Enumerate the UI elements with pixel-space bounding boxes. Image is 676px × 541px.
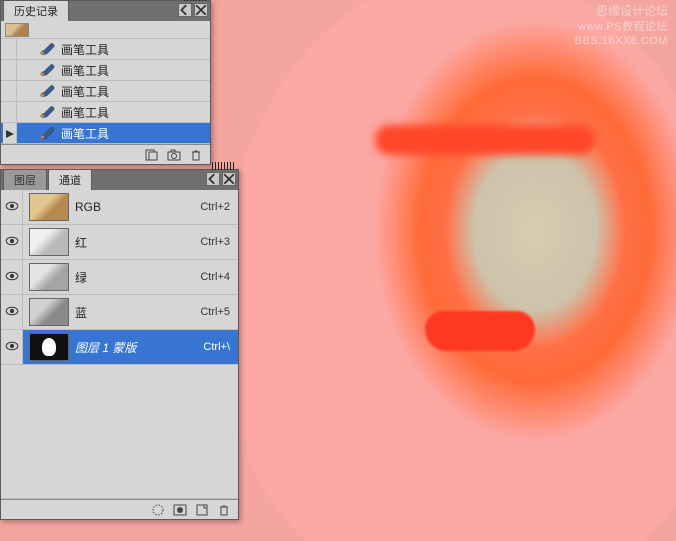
- history-item-label: 画笔工具: [57, 62, 109, 79]
- save-selection-button[interactable]: [170, 502, 190, 518]
- history-panel-tabs: 历史记录: [1, 1, 210, 21]
- eye-icon: [5, 270, 19, 284]
- create-document-from-state-button[interactable]: [142, 147, 162, 163]
- history-state-marker-col[interactable]: [3, 81, 17, 101]
- history-item-label: 画笔工具: [57, 125, 109, 142]
- channel-name: 蓝: [75, 304, 200, 321]
- history-state-marker-col[interactable]: [3, 123, 17, 143]
- eye-icon: [5, 235, 19, 249]
- channel-item[interactable]: 蓝 Ctrl+5: [1, 295, 238, 330]
- new-channel-button[interactable]: [192, 502, 212, 518]
- brush-tool-icon: [37, 123, 57, 143]
- snapshot-thumbnail: [5, 23, 29, 37]
- channels-panel: 图层 通道 RGB Ctrl+2 红 Ctrl+3 绿 Ctrl+4 蓝 Ctr…: [0, 169, 239, 520]
- channels-empty-area: [1, 365, 238, 499]
- portrait-image: [225, 0, 676, 541]
- channel-item[interactable]: 图层 1 蒙版 Ctrl+\: [1, 330, 238, 365]
- new-page-icon: [195, 504, 209, 516]
- history-item-label: 画笔工具: [57, 41, 109, 58]
- brush-tool-icon: [37, 102, 57, 122]
- channels-panel-grip[interactable]: [212, 162, 236, 170]
- channel-shortcut: Ctrl+4: [200, 271, 238, 283]
- visibility-toggle[interactable]: [1, 190, 23, 224]
- visibility-toggle[interactable]: [1, 260, 23, 294]
- load-selection-button[interactable]: [148, 502, 168, 518]
- channel-thumbnail: [29, 298, 69, 326]
- visibility-toggle[interactable]: [1, 295, 23, 329]
- channels-collapse-button[interactable]: [206, 172, 220, 186]
- new-doc-from-state-icon: [145, 149, 159, 161]
- channel-name: RGB: [75, 200, 200, 214]
- history-item-label: 画笔工具: [57, 83, 109, 100]
- history-item[interactable]: 画笔工具: [1, 102, 210, 123]
- watermark-line2: www.PS教程论坛: [575, 20, 668, 34]
- channels-close-button[interactable]: [222, 172, 236, 186]
- eye-icon: [5, 340, 19, 354]
- history-footer: [1, 144, 210, 164]
- history-state-marker-col[interactable]: [3, 102, 17, 122]
- history-close-button[interactable]: [194, 3, 208, 17]
- channel-item[interactable]: 绿 Ctrl+4: [1, 260, 238, 295]
- close-icon: [195, 4, 207, 16]
- channel-shortcut: Ctrl+5: [200, 306, 238, 318]
- brush-tool-icon: [37, 81, 57, 101]
- watermark-line1: 思缘设计论坛: [575, 4, 668, 20]
- history-panel: 历史记录 画笔工具 画笔工具 画笔工具 画笔工具 画笔工具: [0, 0, 211, 165]
- trash-icon: [218, 504, 230, 516]
- channel-thumbnail: [29, 263, 69, 291]
- new-snapshot-button[interactable]: [164, 147, 184, 163]
- channel-name: 图层 1 蒙版: [75, 339, 203, 356]
- delete-channel-button[interactable]: [214, 502, 234, 518]
- history-item-label: 画笔工具: [57, 104, 109, 121]
- channel-item[interactable]: 红 Ctrl+3: [1, 225, 238, 260]
- channel-thumbnail: [29, 333, 69, 361]
- state-marker-icon: [5, 128, 15, 138]
- history-snapshot-row[interactable]: [1, 21, 210, 39]
- brush-tool-icon: [37, 39, 57, 59]
- eye-icon: [5, 200, 19, 214]
- eye-icon: [5, 305, 19, 319]
- close-icon: [223, 173, 235, 185]
- chevron-left-icon: [179, 4, 191, 16]
- history-list: 画笔工具 画笔工具 画笔工具 画笔工具 画笔工具: [1, 39, 210, 144]
- delete-state-button[interactable]: [186, 147, 206, 163]
- history-collapse-button[interactable]: [178, 3, 192, 17]
- channel-name: 绿: [75, 269, 200, 286]
- mask-icon: [173, 504, 187, 516]
- watermark: 思缘设计论坛 www.PS教程论坛 BBS.16XX8.COM: [575, 4, 668, 48]
- channel-shortcut: Ctrl+3: [200, 236, 238, 248]
- tab-layers[interactable]: 图层: [3, 169, 47, 190]
- channel-shortcut: Ctrl+2: [200, 201, 238, 213]
- channel-thumbnail: [29, 193, 69, 221]
- tab-history[interactable]: 历史记录: [3, 0, 69, 21]
- history-state-marker-col[interactable]: [3, 60, 17, 80]
- trash-icon: [190, 149, 202, 161]
- history-item[interactable]: 画笔工具: [1, 39, 210, 60]
- channel-item[interactable]: RGB Ctrl+2: [1, 190, 238, 225]
- channels-panel-tabs: 图层 通道: [1, 170, 238, 190]
- visibility-toggle[interactable]: [1, 330, 23, 364]
- chevron-left-icon: [207, 173, 219, 185]
- selection-circle-icon: [151, 504, 165, 516]
- watermark-line3: BBS.16XX8.COM: [575, 34, 668, 48]
- tab-channels[interactable]: 通道: [48, 169, 92, 190]
- history-state-marker-col[interactable]: [3, 39, 17, 59]
- history-item[interactable]: 画笔工具: [1, 60, 210, 81]
- visibility-toggle[interactable]: [1, 225, 23, 259]
- channel-name: 红: [75, 234, 200, 251]
- channels-footer: [1, 499, 238, 519]
- history-item[interactable]: 画笔工具: [1, 81, 210, 102]
- channels-list: RGB Ctrl+2 红 Ctrl+3 绿 Ctrl+4 蓝 Ctrl+5 图层…: [1, 190, 238, 365]
- history-item[interactable]: 画笔工具: [1, 123, 210, 144]
- channel-shortcut: Ctrl+\: [203, 341, 238, 353]
- brush-tool-icon: [37, 60, 57, 80]
- camera-icon: [167, 149, 181, 161]
- channel-thumbnail: [29, 228, 69, 256]
